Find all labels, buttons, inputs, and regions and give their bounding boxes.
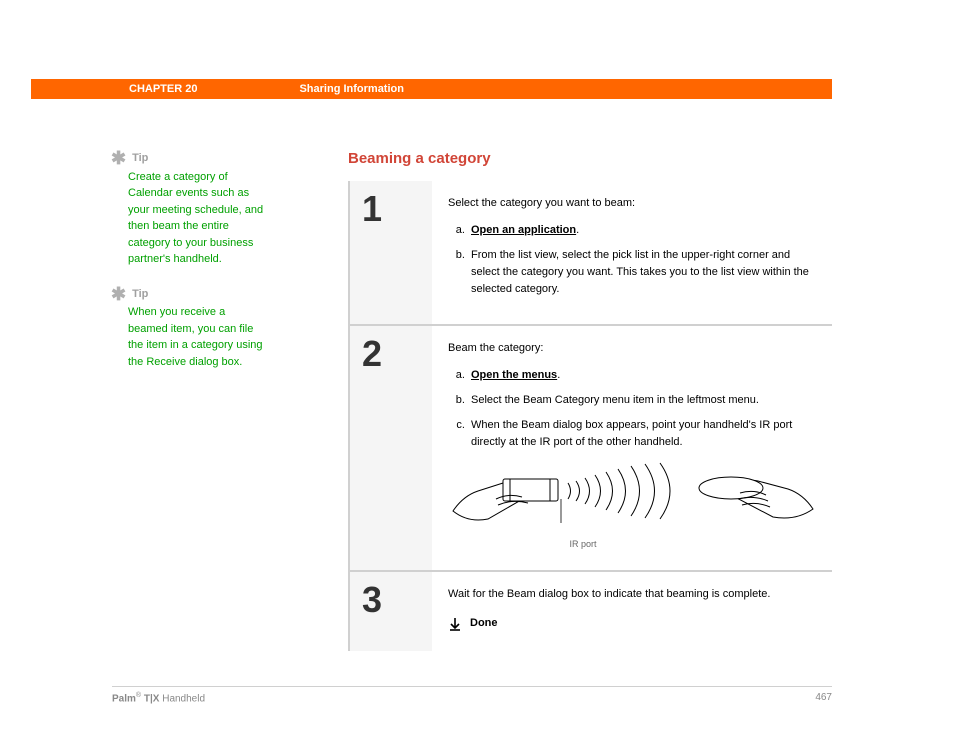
tip-block: ✱ Tip Create a category of Calendar even… <box>111 150 265 268</box>
step-number: 2 <box>350 326 432 570</box>
done-arrow-icon <box>448 617 462 631</box>
done-row: Done <box>448 615 816 632</box>
step-number: 3 <box>350 572 432 650</box>
tip-label: Tip <box>132 150 148 167</box>
step-intro: Select the category you want to beam: <box>448 195 816 212</box>
step-number: 1 <box>350 181 432 324</box>
inline-link[interactable]: Open an application <box>471 224 576 236</box>
beaming-illustration: IR port <box>448 461 818 552</box>
steps-container: 1 Select the category you want to beam: … <box>348 181 832 651</box>
step-item: Select the Beam Category menu item in th… <box>468 392 818 409</box>
tip-text: When you receive a beamed item, you can … <box>128 304 265 370</box>
step-intro: Beam the category: <box>448 340 818 357</box>
step-item: Open an application. <box>468 222 816 239</box>
asterisk-icon: ✱ <box>111 150 126 166</box>
step-2: 2 Beam the category: Open the menus. Sel… <box>350 326 832 572</box>
ir-port-label: IR port <box>569 538 596 552</box>
tip-label: Tip <box>132 286 148 303</box>
section-title: Beaming a category <box>348 150 832 167</box>
step-item: From the list view, select the pick list… <box>468 247 816 298</box>
step-body: Beam the category: Open the menus. Selec… <box>432 326 834 570</box>
step-body: Wait for the Beam dialog box to indicate… <box>432 572 832 650</box>
main-content: Beaming a category 1 Select the category… <box>348 150 832 651</box>
chapter-label: CHAPTER 20 <box>129 83 197 95</box>
step-item: When the Beam dialog box appears, point … <box>468 417 818 451</box>
done-label: Done <box>470 615 498 632</box>
inline-link[interactable]: Open the menus <box>471 369 557 381</box>
step-intro: Wait for the Beam dialog box to indicate… <box>448 586 816 603</box>
page-number: 467 <box>815 692 832 704</box>
step-item: Open the menus. <box>468 367 818 384</box>
step-1: 1 Select the category you want to beam: … <box>350 181 832 326</box>
footer-brand: Palm® T|X Handheld <box>112 692 205 704</box>
section-label: Sharing Information <box>299 83 404 95</box>
step-body: Select the category you want to beam: Op… <box>432 181 832 324</box>
step-3: 3 Wait for the Beam dialog box to indica… <box>350 572 832 650</box>
tip-block: ✱ Tip When you receive a beamed item, yo… <box>111 286 265 371</box>
header-bar: CHAPTER 20 Sharing Information <box>31 79 832 99</box>
asterisk-icon: ✱ <box>111 286 126 302</box>
ir-beam-icon <box>448 461 818 536</box>
sidebar-tips: ✱ Tip Create a category of Calendar even… <box>111 150 265 388</box>
page-footer: Palm® T|X Handheld 467 <box>112 686 832 704</box>
tip-text: Create a category of Calendar events suc… <box>128 169 265 268</box>
